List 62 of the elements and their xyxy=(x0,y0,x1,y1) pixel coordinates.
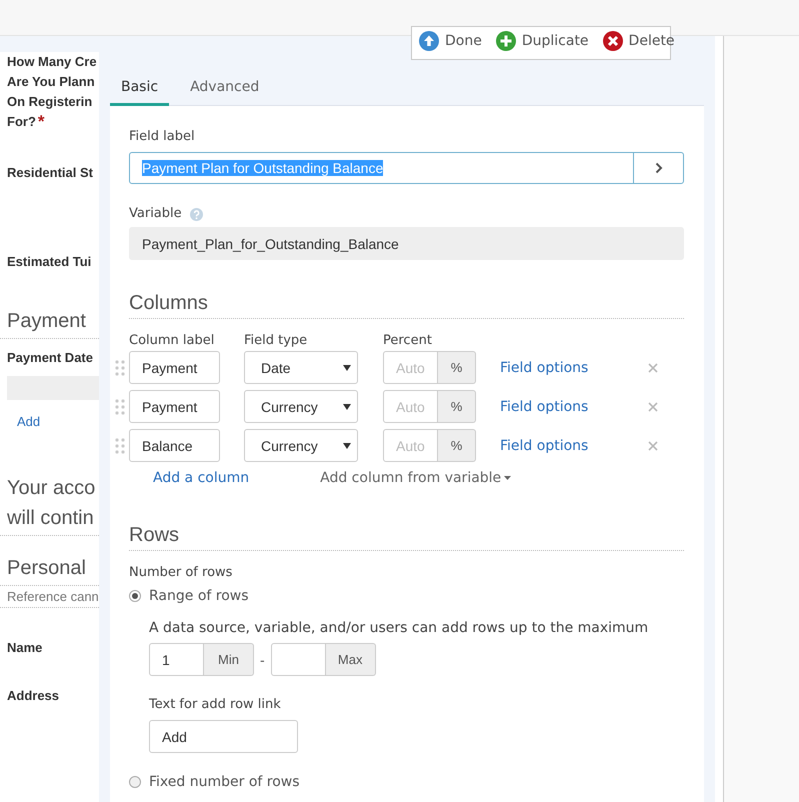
caret-icon xyxy=(343,442,351,448)
section-heading: Rows xyxy=(129,522,684,551)
duplicate-button[interactable]: Duplicate xyxy=(496,31,589,51)
field-options-link[interactable]: Field options xyxy=(500,438,588,454)
radio-label: Fixed number of rows xyxy=(149,773,300,791)
field-options-link[interactable]: Field options xyxy=(500,360,588,376)
close-icon[interactable] xyxy=(648,362,658,372)
field-label: Field label xyxy=(129,129,196,145)
input-field[interactable]: Auto xyxy=(383,351,438,384)
field-label: Residential St xyxy=(7,164,94,182)
close-icon[interactable] xyxy=(648,402,658,412)
field-label: Address xyxy=(7,687,60,705)
caret-icon xyxy=(504,476,512,480)
close-icon[interactable] xyxy=(648,440,658,450)
plus-icon xyxy=(496,31,516,51)
unit-addon: % xyxy=(438,390,476,423)
input-field[interactable]: Payment xyxy=(129,351,220,384)
input-field[interactable]: Auto xyxy=(383,390,438,423)
add-column-from-variable-link[interactable]: Add column from variable xyxy=(320,470,512,486)
field-label: Number of rows xyxy=(129,565,234,581)
drag-handle-icon[interactable] xyxy=(115,438,125,454)
input-field[interactable]: Add xyxy=(149,720,298,753)
field-label: Text for add row link xyxy=(149,697,282,713)
range-description: A data source, variable, and/or users can add rows up to the maximum xyxy=(149,620,650,636)
field-label: Name xyxy=(7,639,44,657)
add-column-link[interactable]: Add a column xyxy=(153,470,250,486)
help-icon[interactable] xyxy=(190,208,203,220)
radio-button[interactable] xyxy=(129,776,141,788)
column-header: Percent xyxy=(383,333,433,349)
input-field[interactable] xyxy=(270,643,326,676)
question-label: How Many Cre Are You Plann On Registerin For?* xyxy=(7,53,98,132)
input-field[interactable]: Balance xyxy=(129,429,220,462)
delete-button[interactable]: Delete xyxy=(602,31,675,51)
variable-field: Payment_Plan_for_Outstanding_Balance xyxy=(129,227,684,260)
field-label: Variable xyxy=(129,206,182,222)
field-label: Payment Date xyxy=(7,349,94,367)
drag-handle-icon[interactable] xyxy=(115,360,125,376)
select-field[interactable]: Date xyxy=(244,351,358,384)
radio-label: Range of rows xyxy=(149,587,249,605)
done-button[interactable]: Done xyxy=(419,31,482,51)
add-link[interactable]: Add xyxy=(7,414,99,430)
radio-button[interactable] xyxy=(129,590,141,602)
caret-icon xyxy=(343,404,351,410)
input-field[interactable]: 1 xyxy=(149,643,204,676)
min-addon: Min xyxy=(204,643,254,676)
input-field[interactable]: Payment xyxy=(129,390,220,423)
range-separator: - xyxy=(260,652,265,668)
column-header: Column label xyxy=(129,333,216,349)
drag-handle-icon[interactable] xyxy=(115,398,125,414)
unit-addon: % xyxy=(438,351,476,384)
field-label: Estimated Tui xyxy=(7,253,92,271)
unit-addon: % xyxy=(438,429,476,462)
section-heading: Columns xyxy=(129,290,684,319)
tab[interactable]: Advanced xyxy=(179,70,270,106)
input-field[interactable]: Auto xyxy=(383,429,438,462)
field-options-link[interactable]: Field options xyxy=(500,398,588,414)
caret-icon xyxy=(343,364,351,370)
column-header: Field type xyxy=(244,333,308,349)
max-addon: Max xyxy=(326,643,376,676)
close-icon xyxy=(602,31,623,51)
select-field[interactable]: Currency xyxy=(244,429,358,462)
select-field[interactable]: Currency xyxy=(244,390,358,423)
